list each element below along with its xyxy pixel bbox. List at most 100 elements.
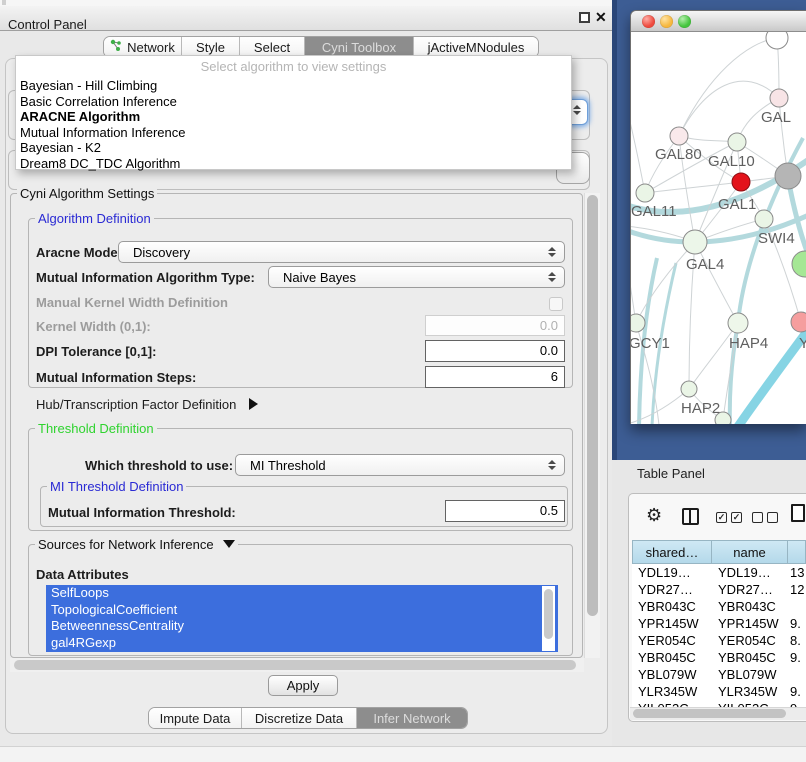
table-row[interactable]: YDR27…YDR27…12: [632, 581, 806, 598]
deselect-all-columns-icon[interactable]: [752, 512, 778, 523]
network-node[interactable]: [792, 251, 806, 277]
window-resize-tick: [2, 0, 6, 5]
minimize-window-icon[interactable]: [660, 15, 673, 28]
close-panel-icon[interactable]: ✕: [595, 9, 607, 26]
network-node-label: GAL: [761, 109, 791, 126]
network-node-label: HAP4: [729, 335, 768, 352]
tab-discretize-data[interactable]: Discretize Data: [241, 708, 356, 728]
network-node-label: GCY1: [631, 335, 670, 352]
attribute-item-gal4rgexp[interactable]: gal4RGexp: [46, 635, 558, 652]
network-node-label: GAL4: [686, 256, 724, 273]
network-node-hap2[interactable]: [681, 381, 697, 397]
algorithm-option-basic-correlation-inference[interactable]: Basic Correlation Inference: [16, 94, 571, 110]
table-cell: YBR045C: [632, 649, 712, 666]
network-node-gal[interactable]: [770, 89, 788, 107]
tab-jactivemnodules[interactable]: jActiveMNodules: [413, 37, 538, 57]
zoom-window-icon[interactable]: [678, 15, 691, 28]
network-node[interactable]: [775, 163, 801, 189]
kernel-width-field[interactable]: 0.0: [425, 315, 565, 336]
checked-box-icon: ✓: [731, 512, 742, 523]
combo-arrows-icon: [548, 247, 556, 257]
column-header-2[interactable]: [788, 540, 806, 564]
algorithm-option-dream8-dc-tdc-algorithm[interactable]: Dream8 DC_TDC Algorithm: [16, 156, 571, 172]
algorithm-option-aracne-algorithm[interactable]: ARACNE Algorithm: [16, 109, 571, 125]
table-cell: YLR345W: [632, 683, 712, 700]
table-cell: 9.: [788, 615, 806, 632]
table-row[interactable]: YPR145WYPR145W9.: [632, 615, 806, 632]
network-node-label: HAP2: [681, 400, 720, 417]
float-panel-icon[interactable]: [579, 12, 590, 23]
mi-algorithm-type-value: Naive Bayes: [269, 270, 548, 285]
data-attributes-list[interactable]: SelfLoopsTopologicalCoefficientBetweenne…: [46, 585, 558, 652]
network-node-gal4[interactable]: [683, 230, 707, 254]
network-window-titlebar[interactable]: [631, 11, 806, 32]
settings-vscrollbar-thumb[interactable]: [587, 195, 598, 616]
gear-icon[interactable]: ⚙: [646, 505, 662, 526]
table-header-row: shared…name: [632, 540, 806, 564]
network-node-swi4[interactable]: [755, 210, 773, 228]
close-window-icon[interactable]: [642, 15, 655, 28]
algorithm-option-bayesian-hill-climbing[interactable]: Bayesian - Hill Climbing: [16, 78, 571, 94]
tab-impute-data[interactable]: Impute Data: [149, 708, 241, 728]
network-node[interactable]: [766, 32, 788, 49]
network-node-gal10[interactable]: [728, 133, 746, 151]
table-row[interactable]: YBR045CYBR045C9.: [632, 649, 806, 666]
algorithm-option-bayesian-k2[interactable]: Bayesian - K2: [16, 140, 571, 156]
statusbar-strip: [0, 746, 806, 762]
tab-infer-network[interactable]: Infer Network: [356, 708, 467, 728]
attribute-item-selfloops[interactable]: SelfLoops: [46, 585, 558, 602]
tab-style[interactable]: Style: [181, 37, 239, 57]
table-hscrollbar-thumb[interactable]: [633, 709, 786, 718]
hub-definition-label: Hub/Transcription Factor Definition: [36, 397, 236, 412]
columns-icon[interactable]: [682, 508, 699, 525]
column-header-shared[interactable]: shared…: [632, 540, 712, 564]
network-node-gcy1[interactable]: [631, 314, 645, 332]
table-cell: YDL19…: [632, 564, 712, 581]
document-icon[interactable]: [791, 504, 805, 522]
collapse-arrow-icon[interactable]: [223, 540, 235, 548]
network-canvas[interactable]: GALGAL80GAL10GAL1GAL11SWI4GAL4GCY1HAP4YH…: [631, 32, 806, 424]
manual-kernel-width-checkbox[interactable]: [549, 297, 563, 311]
network-node-y[interactable]: [791, 312, 806, 332]
mi-threshold-field[interactable]: 0.5: [445, 500, 565, 522]
table-cell: YDL19…: [712, 564, 788, 581]
table-row[interactable]: YBR043CYBR043C: [632, 598, 806, 615]
tab-select[interactable]: Select: [239, 37, 304, 57]
aracne-mode-combo[interactable]: Discovery: [118, 241, 565, 263]
network-node-label: GAL10: [708, 153, 755, 170]
mi-algorithm-type-combo[interactable]: Naive Bayes: [268, 266, 565, 288]
mi-algorithm-type-label: Mutual Information Algorithm Type:: [36, 270, 255, 285]
table-row[interactable]: YBL079WYBL079W: [632, 666, 806, 683]
mi-threshold-label: Mutual Information Threshold:: [48, 505, 236, 520]
expand-arrow-icon[interactable]: [249, 398, 258, 410]
algorithm-option-mutual-information-inference[interactable]: Mutual Information Inference: [16, 125, 571, 141]
attributes-scrollbar-thumb[interactable]: [544, 589, 553, 639]
table-row[interactable]: YDL19…YDL19…13: [632, 564, 806, 581]
which-threshold-combo[interactable]: MI Threshold: [235, 454, 565, 476]
tab-cyni-toolbox[interactable]: Cyni Toolbox: [304, 37, 413, 57]
table-cell: YDR27…: [712, 581, 788, 598]
network-node-gal11[interactable]: [636, 184, 654, 202]
table-cell: YER054C: [632, 632, 712, 649]
dpi-tolerance-field[interactable]: 0.0: [425, 340, 565, 362]
apply-button[interactable]: Apply: [268, 675, 338, 696]
network-icon: [110, 39, 122, 55]
table-row[interactable]: YLR345WYLR345W9.: [632, 683, 806, 700]
attribute-item-topologicalcoefficient[interactable]: TopologicalCoefficient: [46, 602, 558, 619]
table-row[interactable]: YER054CYER054C8.: [632, 632, 806, 649]
network-window[interactable]: GALGAL80GAL10GAL1GAL11SWI4GAL4GCY1HAP4YH…: [630, 10, 806, 424]
column-header-name[interactable]: name: [712, 540, 788, 564]
network-node-hap4[interactable]: [728, 313, 748, 333]
table-row[interactable]: YIL052CYIL052C9: [632, 700, 806, 707]
network-node-label: Y: [799, 335, 806, 352]
settings-hscrollbar-thumb[interactable]: [14, 660, 576, 670]
combo-arrows-icon: [548, 460, 556, 470]
tab-network[interactable]: Network: [104, 37, 181, 57]
hub-definition-section[interactable]: Hub/Transcription Factor Definition: [36, 397, 258, 412]
network-node-gal80[interactable]: [670, 127, 688, 145]
attribute-item-betweennesscentrality[interactable]: BetweennessCentrality: [46, 618, 558, 635]
application-window: Control Panel ✕ NetworkStyleSelectCyni T…: [0, 0, 806, 762]
select-all-columns-icon[interactable]: ✓ ✓: [716, 512, 742, 523]
network-node-gal1[interactable]: [732, 173, 750, 191]
mi-steps-field[interactable]: 6: [425, 366, 565, 388]
